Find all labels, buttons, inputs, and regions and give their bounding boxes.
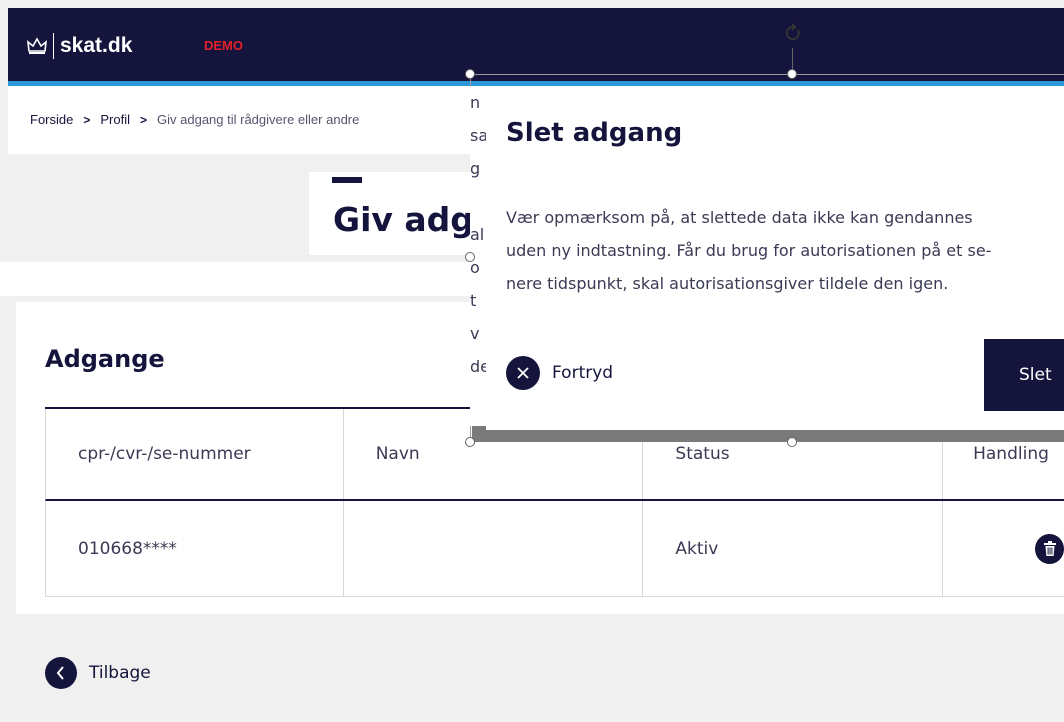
- cell-status: Aktiv: [643, 501, 944, 596]
- cell-name: [344, 501, 644, 596]
- trash-icon: [1043, 540, 1056, 556]
- skat-logo[interactable]: skat.dk: [26, 26, 132, 66]
- resize-handle-top-left[interactable]: [465, 69, 475, 79]
- bleed-line: sa: [470, 126, 486, 145]
- dialog-body-line: nere tidspunkt, skal autorisationsgiver …: [506, 274, 949, 293]
- bleed-line: de: [470, 357, 486, 376]
- dialog-body-line: Vær opmærksom på, at slettede data ikke …: [506, 208, 973, 227]
- delete-access-button[interactable]: [1035, 533, 1064, 564]
- resize-handle-bottom[interactable]: [787, 437, 797, 447]
- rotate-icon[interactable]: [783, 22, 803, 44]
- breadcrumb-home[interactable]: Forside: [30, 112, 73, 127]
- crown-icon: [26, 37, 48, 54]
- resize-handle-bottom-left[interactable]: [465, 437, 475, 447]
- breadcrumb-separator: >: [140, 112, 148, 127]
- bleed-line: [470, 185, 486, 218]
- access-title: Adgange: [45, 345, 165, 373]
- column-header-number: cpr-/cvr-/se-nummer: [46, 409, 344, 499]
- top-bar: [8, 8, 1064, 81]
- back-label: Tilbage: [89, 663, 151, 683]
- breadcrumb-profile[interactable]: Profil: [100, 112, 130, 127]
- delete-access-dialog: Slet adgang Vær opmærksom på, at sletted…: [486, 86, 1064, 430]
- close-icon: [506, 356, 540, 390]
- breadcrumb-separator: >: [83, 112, 91, 127]
- bleed-line: al: [470, 225, 485, 244]
- title-accent-bar: [332, 177, 362, 183]
- cancel-label: Fortryd: [552, 363, 614, 383]
- breadcrumb-current: Giv adgang til rådgivere eller andre: [157, 112, 360, 127]
- bleed-line: n: [470, 93, 481, 112]
- chevron-left-icon: [45, 657, 77, 689]
- bleed-line: g: [470, 159, 481, 178]
- bleed-line: t v: [470, 291, 480, 343]
- logo-text: skat.dk: [60, 34, 133, 57]
- demo-badge: DEMO: [204, 38, 243, 53]
- dialog-body: Vær opmærksom på, at slettede data ikke …: [506, 201, 1046, 300]
- delete-button[interactable]: Slet: [984, 339, 1064, 411]
- back-button[interactable]: Tilbage: [45, 657, 151, 689]
- dialog-body-line: uden ny indtastning. Får du brug for aut…: [506, 241, 992, 260]
- resize-handle-left[interactable]: [465, 252, 475, 262]
- resize-handle-top[interactable]: [787, 69, 797, 79]
- cell-number: 010668****: [46, 501, 344, 596]
- dialog-title: Slet adgang: [506, 118, 683, 148]
- cell-action: [943, 501, 1064, 596]
- breadcrumb: Forside > Profil > Giv adgang til rådgiv…: [30, 112, 359, 127]
- bleed-line: [470, 383, 486, 416]
- table-row: 010668**** Aktiv: [45, 501, 1064, 597]
- bleed-line: r f: [470, 416, 486, 426]
- logo-separator: [53, 33, 54, 59]
- cancel-button[interactable]: Fortryd: [506, 356, 613, 390]
